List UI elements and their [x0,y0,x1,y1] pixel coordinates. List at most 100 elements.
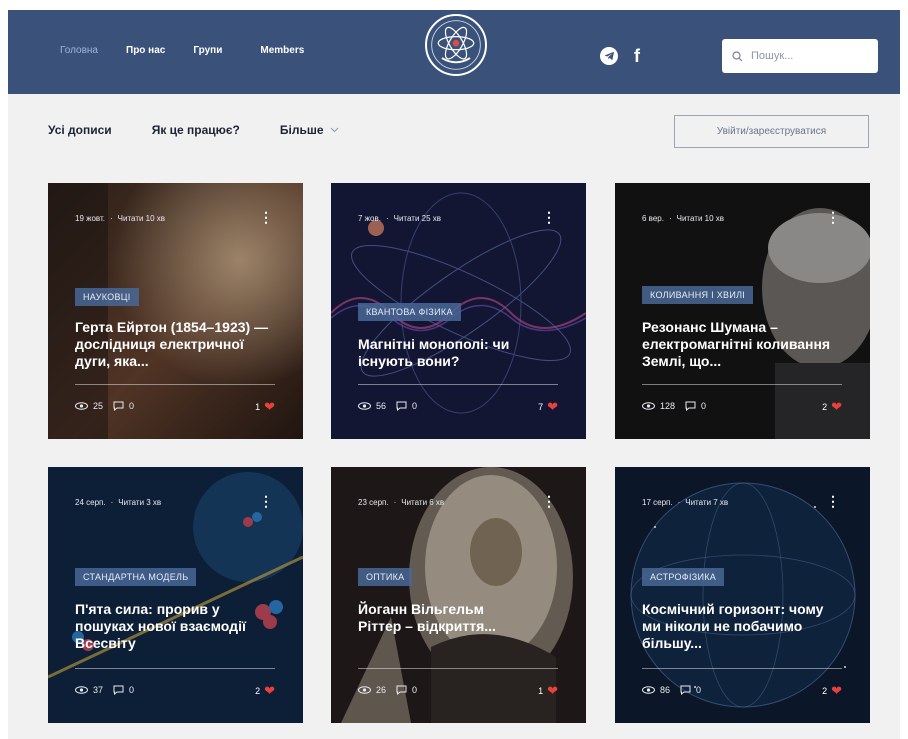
post-stats: 86 0 [642,685,711,695]
likes-value: 1 [538,686,544,696]
likes-value: 2 [822,686,828,696]
like-button[interactable]: 2 ❤ [822,683,842,699]
post-title[interactable]: Космічний горизонт: чому ми ніколи не по… [642,601,842,652]
search-box[interactable] [722,39,878,73]
post-date: 17 серп. [642,498,673,507]
comments-value: 0 [412,685,418,695]
more-dropdown[interactable]: Більше [280,123,339,137]
more-vertical-icon[interactable]: ⋮ [826,209,840,226]
card-divider [358,668,558,669]
telegram-icon[interactable] [600,47,618,65]
card-divider [358,384,558,385]
likes-value: 7 [538,402,544,412]
post-category-tag[interactable]: АСТРОФІЗИКА [642,568,725,586]
eye-icon [75,402,88,410]
how-it-works-link[interactable]: Як це працює? [152,123,240,137]
site-logo[interactable] [425,14,487,76]
post-stats: 128 0 [642,401,716,411]
post-title[interactable]: Резонанс Шумана – електромагнітні колива… [642,319,842,370]
post-title[interactable]: Йоганн Вільгельм Ріттер – відкриття... [358,601,528,635]
blog-categories-nav: Усі дописи Як це працює? Більше [48,123,379,137]
views-value: 128 [660,401,676,411]
post-stats: 25 0 [75,401,144,411]
post-card[interactable]: 7 жов. · Читати 25 хв ⋮ КВАНТОВА ФІЗИКА Ма… [331,183,586,439]
views-value: 26 [376,685,387,695]
views-value: 25 [93,401,104,411]
post-category-tag[interactable]: НАУКОВЦІ [75,288,139,306]
like-button[interactable]: 2 ❤ [255,683,275,699]
comments-count[interactable]: 0 [113,685,134,695]
post-meta: 17 серп. · Читати 7 хв [642,498,729,507]
post-category-tag[interactable]: СТАНДАРТНА МОДЕЛЬ [75,568,197,586]
more-vertical-icon[interactable]: ⋮ [542,209,556,226]
site-header: Головна Про нас Групи Members f [8,10,900,94]
card-divider [642,668,842,669]
atom-logo-icon [431,20,481,70]
more-vertical-icon[interactable]: ⋮ [542,493,556,510]
heart-icon: ❤ [264,683,275,698]
eye-icon [358,402,371,410]
post-date: 19 жовт. [75,214,105,223]
views-count: 128 [642,401,675,411]
comments-count[interactable]: 0 [680,685,701,695]
post-stats: 26 0 [358,685,427,695]
comment-icon [113,685,124,695]
login-signup-button[interactable]: Увійти/зареєструватися [674,115,869,148]
post-read-time: Читати 10 хв [676,214,724,223]
like-button[interactable]: 1 ❤ [255,399,275,415]
post-title[interactable]: Магнітні монополі: чи існують вони? [358,336,558,370]
search-icon [732,50,743,61]
card-divider [75,384,275,385]
facebook-icon[interactable]: f [634,47,640,65]
card-divider [75,668,275,669]
comment-icon [685,401,696,411]
heart-icon: ❤ [831,399,842,414]
comments-value: 0 [701,401,707,411]
post-title[interactable]: П'ята сила: прорив у пошуках нової взаєм… [75,601,275,652]
like-button[interactable]: 1 ❤ [538,683,558,699]
more-label: Більше [279,123,324,137]
post-date: 6 вер. [642,214,664,223]
comments-count[interactable]: 0 [685,401,706,411]
like-button[interactable]: 7 ❤ [538,399,558,415]
views-value: 56 [376,401,387,411]
post-read-time: Читати 3 хв [118,498,162,507]
more-vertical-icon[interactable]: ⋮ [259,209,273,226]
post-card[interactable]: 23 серп. · Читати 6 хв ⋮ ОПТИКА Йоганн Віл… [331,467,586,723]
nav-item-home[interactable]: Головна [60,45,98,56]
post-meta: 23 серп. · Читати 6 хв [358,498,445,507]
search-input[interactable] [749,49,863,63]
card-divider [642,384,842,385]
post-title[interactable]: Герта Ейртон (1854–1923) — дослідниця ел… [75,319,275,370]
post-card[interactable]: 17 серп. · Читати 7 хв ⋮ АСТРОФІЗИКА Космі… [615,467,870,723]
nav-item-groups[interactable]: Групи [193,45,222,56]
nav-item-members[interactable]: Members [260,45,304,56]
comment-icon [680,685,691,695]
post-read-time: Читати 10 хв [117,214,166,223]
post-card[interactable]: 19 жовт. · Читати 10 хв ⋮ НАУКОВЦІ Герта Е… [48,183,303,439]
comments-value: 0 [129,401,135,411]
social-links: f [600,47,640,65]
like-button[interactable]: 2 ❤ [822,399,842,415]
eye-icon [642,686,655,694]
more-vertical-icon[interactable]: ⋮ [826,493,840,510]
post-category-tag[interactable]: КОЛИВАННЯ І ХВИЛІ [642,286,754,304]
post-category-tag[interactable]: ОПТИКА [358,568,413,586]
post-meta: 19 жовт. · Читати 10 хв [75,214,166,223]
eye-icon [358,686,371,694]
views-value: 37 [93,685,104,695]
nav-item-about[interactable]: Про нас [126,45,165,56]
more-vertical-icon[interactable]: ⋮ [259,493,273,510]
comments-count[interactable]: 0 [396,401,417,411]
post-stats: 56 0 [358,401,427,411]
post-card[interactable]: 24 серп. · Читати 3 хв ⋮ СТАНДАРТНА МОДЕЛЬ… [48,467,303,723]
post-read-time: Читати 25 хв [393,214,441,223]
chevron-down-icon [330,125,339,136]
post-category-tag[interactable]: КВАНТОВА ФІЗИКА [358,303,461,321]
all-posts-link[interactable]: Усі дописи [48,123,112,137]
comments-count[interactable]: 0 [113,401,134,411]
heart-icon: ❤ [547,399,558,414]
post-card[interactable]: 6 вер. · Читати 10 хв ⋮ КОЛИВАННЯ І ХВИЛІ … [615,183,870,439]
views-count: 26 [358,685,386,695]
comments-count[interactable]: 0 [396,685,417,695]
